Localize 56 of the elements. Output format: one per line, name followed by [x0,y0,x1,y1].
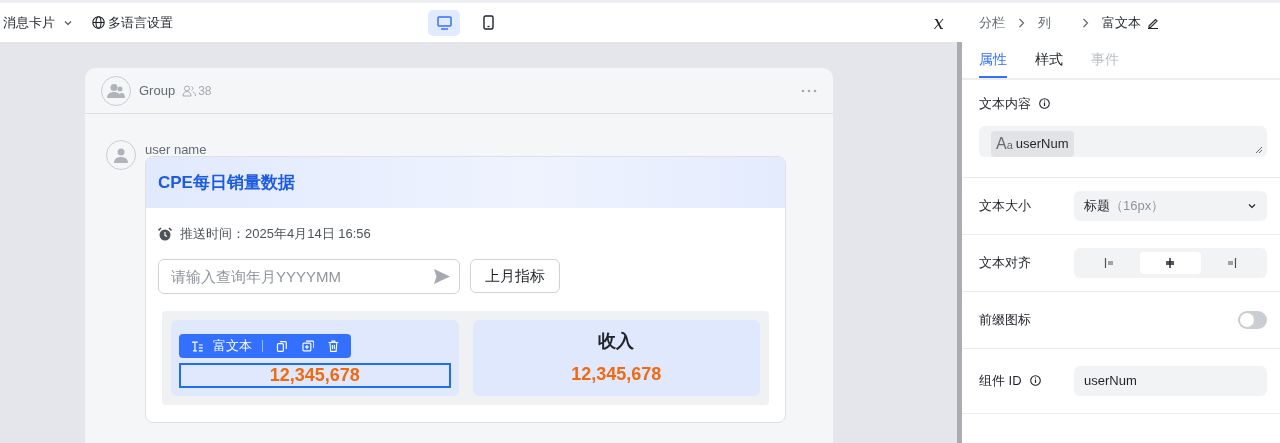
text-content-field[interactable]: Aa userNum [979,125,1267,157]
property-label: 前缀图标 [979,310,1031,329]
current-component: 富文本 [1102,14,1141,33]
panel-tab[interactable]: 样式 [1035,49,1063,78]
breadcrumb-link[interactable]: 列 [1038,13,1051,33]
property-label: 文本大小 [979,196,1031,215]
property-label: 文本对齐 [979,253,1031,272]
phone-icon [482,15,494,30]
component-type-label: 富文本 [212,336,252,355]
language-settings-button[interactable]: 多语言设置 [91,11,175,34]
card-title: CPE每日销量数据 [158,171,295,194]
variable-button[interactable]: 𝑥 [933,13,944,32]
duplicate-icon[interactable] [301,339,315,352]
trash-icon[interactable] [328,339,339,352]
info-icon[interactable] [1029,375,1041,386]
select-value: 标题 [1084,196,1110,215]
push-time: 推送时间：2025年4月14日 16:56 [180,225,371,243]
toggle-switch[interactable] [1238,310,1267,329]
chevron-right-icon [1082,18,1089,28]
stat-value: 12,345,678 [179,362,451,388]
info-icon[interactable] [1039,98,1050,110]
group-name: Group [139,81,176,100]
stat-label: 收入 [598,329,635,353]
copy-icon[interactable] [275,339,288,352]
page-title[interactable]: 消息卡片 [3,12,56,33]
last-month-button[interactable]: 上月指标 [470,259,560,293]
align-center-button[interactable] [1140,251,1201,274]
globe-icon [92,16,106,29]
group-avatar [101,75,131,106]
panel-tab[interactable]: 属性 [979,49,1007,78]
property-label: 文本内容 [979,95,1031,113]
select-hint: （16px） [1110,196,1165,215]
sender-name: user name [145,141,208,159]
scrollbar[interactable] [957,42,962,443]
font-size-select[interactable]: 标题（16px） [1074,190,1267,221]
align-center-icon [1164,256,1177,269]
text-format-icon[interactable] [191,339,203,352]
text-type-icon: Aa [996,131,1013,156]
members-icon [182,84,197,97]
stat-tile[interactable]: 富文本 12,345,678 [171,319,459,396]
component-id-input[interactable]: userNum [1074,365,1267,396]
resize-handle-icon[interactable] [1255,145,1263,154]
property-label: 组件 ID [979,371,1022,390]
user-avatar [106,140,136,170]
stat-tile[interactable]: 收入 12,345,678 [472,319,760,396]
variable-tag[interactable]: Aa userNum [991,130,1074,157]
send-icon[interactable] [434,268,450,284]
monitor-icon [436,15,452,30]
chevron-right-icon [1018,18,1025,28]
breadcrumb-link[interactable]: 分栏 [979,13,1005,33]
stat-value: 12,345,678 [571,362,662,386]
query-input[interactable]: 请输入查询年月YYYYMM [158,258,460,294]
pencil-icon[interactable] [1147,17,1159,29]
desktop-view-button[interactable] [428,9,460,36]
alarm-clock-icon [158,226,172,241]
member-count: 38 [198,82,212,100]
